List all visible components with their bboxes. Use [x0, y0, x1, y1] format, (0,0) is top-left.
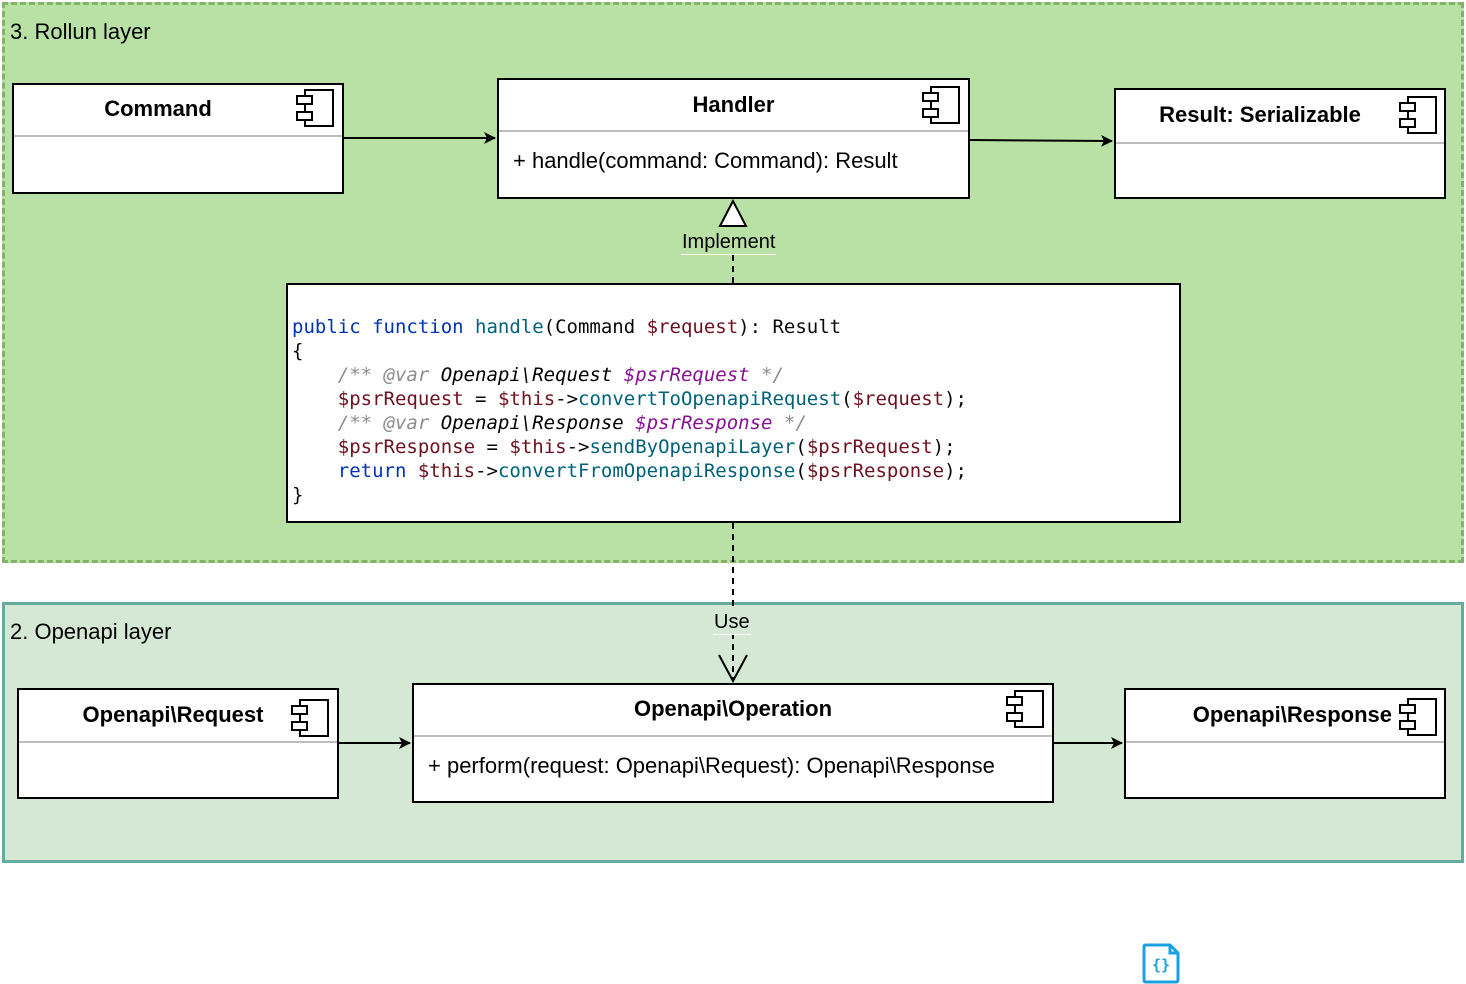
json-file-icon[interactable]: {}: [1141, 942, 1181, 984]
implement-triangle-head: [718, 198, 748, 227]
implement-label: Implement: [681, 231, 777, 255]
svg-text:{}: {}: [1152, 956, 1170, 974]
handler-to-result-arrow: [969, 134, 1113, 147]
connectors: [339, 132, 1123, 749]
use-label: Use: [713, 611, 751, 635]
